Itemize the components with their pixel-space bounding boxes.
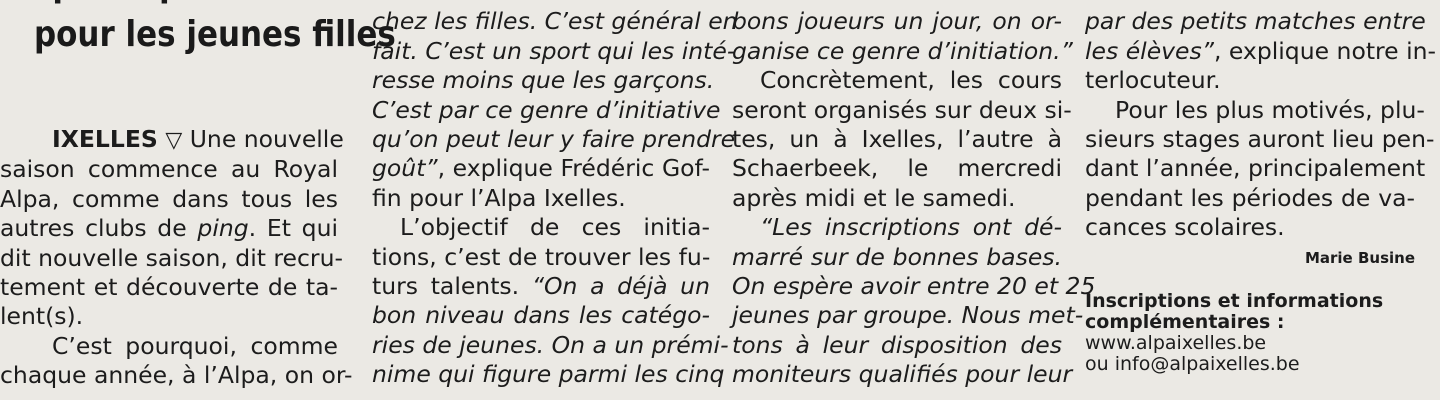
quote-line: marré sur de bonnes bases. bbox=[732, 242, 1062, 271]
author-byline: Marie Busine bbox=[1304, 248, 1415, 267]
body-line: les élèves”, explique notre in- bbox=[1085, 36, 1436, 66]
quote-line: nime qui figure parmi les cinq bbox=[372, 360, 725, 389]
quote-line: jeunes par groupe. Nous met- bbox=[732, 301, 1084, 330]
headline-line-1: spécifiques bbox=[34, 0, 396, 10]
triangle-down-icon: ▽ bbox=[165, 128, 183, 153]
quote-line: bon niveau dans les catégo- bbox=[372, 301, 710, 330]
body-line: Alpa, comme dans tous les bbox=[0, 184, 338, 213]
emphasis: goût” bbox=[372, 154, 438, 183]
quote-line: qu’on peut leur y faire prendre bbox=[372, 125, 736, 154]
quote-line: ganise ce genre d’initiation.” bbox=[732, 36, 1073, 65]
quote-line: resse moins que les garçons. bbox=[372, 66, 715, 95]
newspaper-page: spécifiques pour les jeunes filles IXELL… bbox=[0, 0, 1440, 400]
body-line: lent(s). bbox=[0, 302, 84, 331]
text-run: . Et qui bbox=[248, 214, 338, 243]
column-1: spécifiques pour les jeunes filles IXELL… bbox=[0, 0, 396, 391]
quote-line: tons à leur disposition des bbox=[732, 330, 1062, 359]
emphasis: ping bbox=[197, 214, 249, 243]
body-line: seront organisés sur deux si- bbox=[732, 95, 1072, 124]
body-line: après midi et le samedi. bbox=[732, 183, 1016, 212]
location-label: IXELLES bbox=[52, 125, 158, 153]
text-run: autres clubs de bbox=[0, 214, 198, 243]
info-website: www.alpaixelles.be bbox=[1085, 331, 1267, 354]
quote-line: ries de jeunes. On a un prémi- bbox=[372, 330, 729, 359]
quote-line: par des petits matches entre bbox=[1085, 7, 1426, 36]
text-run: , explique Frédéric Gof- bbox=[437, 154, 710, 183]
body-line: Concrètement, les cours bbox=[760, 66, 1062, 95]
emphasis: “On a déjà un bbox=[531, 272, 710, 301]
info-heading: Inscriptions et informations complémenta… bbox=[1085, 289, 1384, 333]
body-line: autres clubs de ping. Et qui bbox=[0, 214, 338, 243]
body-line: cances scolaires. bbox=[1085, 213, 1285, 242]
body-line: Pour les plus motivés, plu- bbox=[1115, 95, 1425, 124]
body-line: tes, un à Ixelles, l’autre à bbox=[732, 125, 1062, 154]
body-line: L’objectif de ces initia- bbox=[400, 213, 710, 242]
emphasis: les élèves” bbox=[1085, 36, 1214, 65]
body-line: fin pour l’Alpa Ixelles. bbox=[372, 183, 626, 212]
body-line: tement et découverte de ta- bbox=[0, 273, 338, 302]
quote-line: On espère avoir entre 20 et 25 bbox=[732, 272, 1096, 301]
body-line: Schaerbeek, le mercredi bbox=[732, 154, 1062, 183]
quote-line: bons joueurs un jour, on or- bbox=[732, 7, 1062, 36]
body-line bbox=[372, 0, 710, 7]
quote-line: fait. C’est un sport qui les inté- bbox=[372, 36, 736, 65]
body-line: tions, c’est de trouver les fu- bbox=[372, 242, 711, 271]
body-line: turs talents. “On a déjà un bbox=[372, 272, 710, 301]
column-2: chez les filles. C’est général en fait. … bbox=[372, 0, 738, 390]
body-line: terlocuteur. bbox=[1085, 66, 1221, 95]
body-line: sieurs stages auront lieu pen- bbox=[1085, 125, 1435, 154]
body-line: goût”, explique Frédéric Gof- bbox=[372, 154, 710, 183]
quote-line: C’est par ce genre d’initiative bbox=[372, 95, 721, 124]
headline: spécifiques pour les jeunes filles bbox=[34, 0, 396, 60]
body-line: pendant les périodes de va- bbox=[1085, 183, 1415, 212]
lead-text: Une nouvelle bbox=[182, 125, 344, 153]
body-line bbox=[732, 0, 1062, 7]
quote-line: chez les filles. C’est général en bbox=[372, 7, 738, 36]
body-line bbox=[1085, 0, 1415, 7]
body-line: dit nouvelle saison, dit recru- bbox=[0, 243, 343, 272]
body-line: dant l’année, principalement bbox=[1085, 154, 1426, 183]
text-run: turs talents. bbox=[372, 272, 532, 301]
headline-line-2: pour les jeunes filles bbox=[34, 14, 396, 55]
body-line: chaque année, à l’Alpa, on or- bbox=[0, 361, 353, 390]
text-run: , explique notre in- bbox=[1213, 36, 1437, 65]
lead-line: IXELLES ▽ Une nouvelle bbox=[0, 125, 344, 155]
quote-line: moniteurs qualifiés pour leur bbox=[732, 360, 1073, 389]
quote-line: “Les inscriptions ont dé- bbox=[760, 213, 1062, 242]
column-3: bons joueurs un jour, on or- ganise ce g… bbox=[732, 0, 1096, 390]
column-4: par des petits matches entre les élèves”… bbox=[1085, 0, 1436, 375]
body-line: saison commence au Royal bbox=[0, 155, 338, 184]
info-email: ou info@alpaixelles.be bbox=[1085, 352, 1300, 375]
body-line: C’est pourquoi, comme bbox=[52, 331, 338, 360]
